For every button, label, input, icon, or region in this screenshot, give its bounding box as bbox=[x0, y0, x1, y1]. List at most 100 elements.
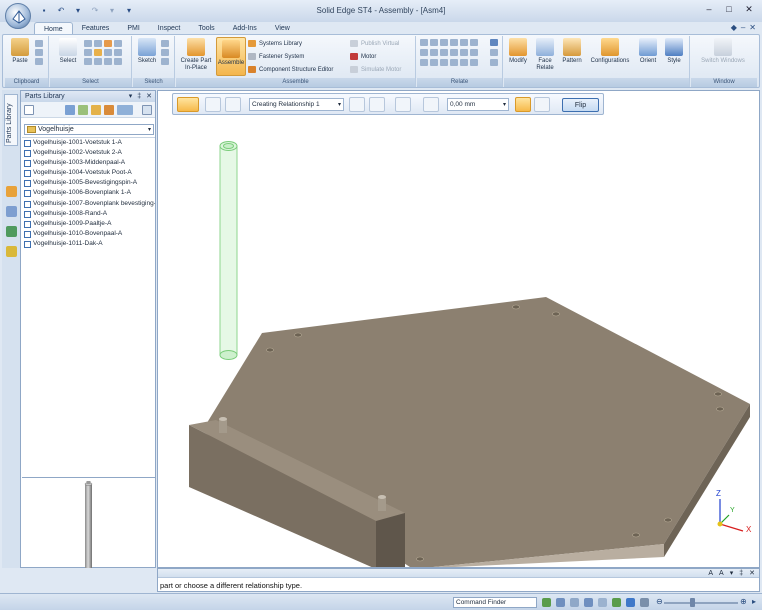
component-structure-editor-button[interactable]: Component Structure Editor bbox=[248, 66, 333, 74]
library-tool-1-icon[interactable] bbox=[24, 105, 34, 115]
select-tool-4-icon[interactable] bbox=[114, 40, 122, 47]
style-button[interactable]: Style bbox=[662, 38, 686, 65]
relate-3-icon[interactable] bbox=[440, 39, 448, 46]
application-button[interactable] bbox=[5, 3, 31, 29]
library-tool-6-icon[interactable] bbox=[117, 105, 133, 115]
library-tool-5-icon[interactable] bbox=[104, 105, 114, 115]
list-item[interactable]: Vogelhuisje-1009-Paaltje-A bbox=[22, 219, 155, 229]
status-close-icon[interactable]: ▸ bbox=[752, 597, 756, 606]
relate-24-icon[interactable] bbox=[490, 59, 498, 66]
relate-20-icon[interactable] bbox=[450, 59, 458, 66]
format-icon[interactable] bbox=[35, 58, 43, 65]
select-tool-7-icon[interactable] bbox=[104, 49, 112, 56]
relate-5-icon[interactable] bbox=[460, 39, 468, 46]
select-tool-10-icon[interactable] bbox=[94, 58, 102, 65]
switch-windows-button[interactable]: Switch Windows bbox=[699, 38, 747, 65]
relate-17-icon[interactable] bbox=[420, 59, 428, 66]
relate-14-icon[interactable] bbox=[470, 49, 478, 56]
relate-6-icon[interactable] bbox=[470, 39, 478, 46]
relationship-list-button[interactable] bbox=[225, 97, 241, 112]
status-icon-1[interactable] bbox=[542, 598, 551, 607]
list-item[interactable]: Vogelhuisje-1004-Voetstuk Poot-A bbox=[22, 168, 155, 178]
face-relate-button[interactable]: Face Relate bbox=[532, 38, 558, 72]
systems-library-button[interactable]: Systems Library bbox=[248, 40, 302, 48]
relate-8-icon[interactable] bbox=[490, 39, 498, 46]
library-tool-2-icon[interactable] bbox=[65, 105, 75, 115]
relate-7-icon[interactable] bbox=[480, 39, 488, 46]
panel-dropdown-icon[interactable]: ▾ bbox=[129, 91, 133, 102]
relate-18-icon[interactable] bbox=[430, 59, 438, 66]
relate-4-icon[interactable] bbox=[450, 39, 458, 46]
maximize-button[interactable]: □ bbox=[720, 3, 738, 16]
relationship-select[interactable]: Creating Relationship 1 ▾ bbox=[249, 98, 344, 111]
list-item[interactable]: Vogelhuisje-1010-Bovenpaal-A bbox=[22, 229, 155, 239]
relate-2-icon[interactable] bbox=[430, 39, 438, 46]
sketch-button[interactable]: Sketch bbox=[136, 38, 158, 65]
relationship-type-button[interactable] bbox=[177, 97, 199, 112]
select-tool-1-icon[interactable] bbox=[84, 40, 92, 47]
relate-22-icon[interactable] bbox=[470, 59, 478, 66]
library-tool-3-icon[interactable] bbox=[78, 105, 88, 115]
relate-13-icon[interactable] bbox=[460, 49, 468, 56]
zoom-area-icon[interactable] bbox=[570, 598, 579, 607]
select-tool-5-icon[interactable] bbox=[84, 49, 92, 56]
status-icon-2[interactable] bbox=[556, 598, 565, 607]
list-item[interactable]: Vogelhuisje-1002-Voetstuk 2-A bbox=[22, 148, 155, 158]
sidebar-groups-icon[interactable] bbox=[6, 226, 17, 237]
zoom-slider-track[interactable] bbox=[664, 602, 738, 604]
list-item[interactable]: Vogelhuisje-1008-Rand-A bbox=[22, 209, 155, 219]
zoom-slider-handle[interactable] bbox=[690, 598, 695, 607]
pan-icon[interactable] bbox=[598, 598, 607, 607]
sketch-tool-1-icon[interactable] bbox=[161, 40, 169, 47]
paste-button[interactable]: Paste bbox=[9, 38, 31, 65]
sidebar-alternate-icon[interactable] bbox=[6, 246, 17, 257]
assemble-button[interactable]: Assemble bbox=[216, 37, 246, 76]
font-decrease-icon[interactable]: A bbox=[719, 569, 724, 578]
panel-close-icon[interactable]: ✕ bbox=[146, 91, 152, 102]
select-tool-9-icon[interactable] bbox=[84, 58, 92, 65]
zoom-in-icon[interactable]: ⊕ bbox=[740, 597, 747, 606]
rotate-button[interactable] bbox=[534, 97, 550, 112]
sidebar-layers-icon[interactable] bbox=[6, 206, 17, 217]
flip-button[interactable]: Flip bbox=[562, 98, 599, 112]
zoom-out-icon[interactable]: ⊖ bbox=[656, 597, 663, 606]
panel-pin-icon[interactable]: ‡ bbox=[137, 91, 141, 102]
fastener-system-button[interactable]: Fastener System bbox=[248, 53, 304, 61]
command-finder-input[interactable]: Command Finder bbox=[453, 597, 537, 608]
sketch-tool-2-icon[interactable] bbox=[161, 49, 169, 56]
select-tool-2-icon[interactable] bbox=[94, 40, 102, 47]
library-folder-select[interactable]: Vogelhuisje ▾ bbox=[24, 124, 154, 135]
create-part-in-place-button[interactable]: Create Part In-Place bbox=[178, 38, 214, 72]
relate-23-icon[interactable] bbox=[480, 59, 488, 66]
motor-button[interactable]: Motor bbox=[350, 53, 376, 61]
orient-button[interactable]: Orient bbox=[636, 38, 660, 65]
relate-11-icon[interactable] bbox=[440, 49, 448, 56]
minimize-ribbon-icon[interactable]: – bbox=[741, 23, 745, 32]
prompt-close-icon[interactable]: ✕ bbox=[749, 569, 755, 578]
graphics-window[interactable]: Z X Y Creating Relationship 1 ▾ 0,00 mm … bbox=[157, 90, 760, 568]
help-icon[interactable]: ◆ bbox=[731, 23, 737, 32]
list-item[interactable]: Vogelhuisje-1001-Voetstuk 1-A bbox=[22, 138, 155, 148]
relate-19-icon[interactable] bbox=[440, 59, 448, 66]
relate-12-icon[interactable] bbox=[450, 49, 458, 56]
relate-10-icon[interactable] bbox=[430, 49, 438, 56]
select-tool-11-icon[interactable] bbox=[104, 58, 112, 65]
font-increase-icon[interactable]: A bbox=[708, 569, 713, 578]
lock-rotation-button[interactable] bbox=[515, 97, 531, 112]
list-item[interactable]: Vogelhuisje-1007-Bovenplank bevestiging- bbox=[22, 199, 155, 209]
assembly-model[interactable] bbox=[158, 91, 760, 568]
pattern-button[interactable]: Pattern bbox=[560, 38, 584, 65]
cut-icon[interactable] bbox=[35, 40, 43, 47]
align-button[interactable] bbox=[369, 97, 385, 112]
list-item[interactable]: Vogelhuisje-1011-Dak-A bbox=[22, 239, 155, 249]
modify-button[interactable]: Modify bbox=[506, 38, 530, 65]
list-item[interactable]: Vogelhuisje-1006-Bovenplank 1-A bbox=[22, 188, 155, 198]
view-orientation-icon[interactable] bbox=[626, 598, 635, 607]
library-tool-4-icon[interactable] bbox=[91, 105, 101, 115]
offset-type-button[interactable] bbox=[423, 97, 439, 112]
prompt-dropdown-icon[interactable]: ▾ bbox=[730, 569, 734, 578]
library-search-icon[interactable] bbox=[142, 105, 152, 115]
prompt-pin-icon[interactable]: ‡ bbox=[739, 569, 743, 578]
relate-9-icon[interactable] bbox=[420, 49, 428, 56]
relate-21-icon[interactable] bbox=[460, 59, 468, 66]
